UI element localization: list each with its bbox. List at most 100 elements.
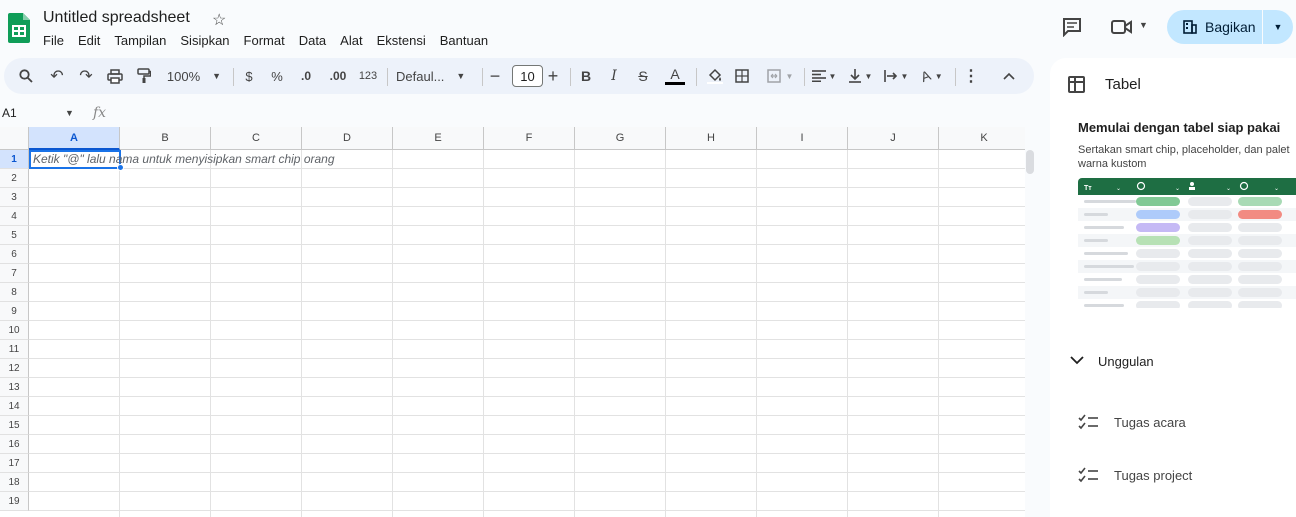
preview-text-placeholder [1084, 278, 1122, 281]
fill-handle[interactable] [117, 164, 124, 171]
menu-insert[interactable]: Sisipkan [173, 32, 236, 50]
row-header[interactable]: 10 [0, 321, 29, 340]
preview-person-chip [1188, 223, 1232, 232]
font-size-input[interactable]: 10 [512, 65, 543, 87]
row-header[interactable]: 6 [0, 245, 29, 264]
search-icon[interactable] [16, 58, 36, 94]
menu-data[interactable]: Data [292, 32, 333, 50]
sheets-logo-icon[interactable] [8, 12, 30, 44]
column-header[interactable]: D [302, 127, 393, 150]
text-wrapping-icon[interactable]: ▼ [880, 58, 912, 94]
row-header[interactable]: 7 [0, 264, 29, 283]
column-header[interactable]: A [29, 127, 120, 150]
row-header[interactable]: 2 [0, 169, 29, 188]
preview-chip [1238, 210, 1282, 219]
bold-button[interactable]: B [577, 58, 595, 94]
row-header[interactable]: 19 [0, 492, 29, 511]
column-header[interactable]: G [575, 127, 666, 150]
template-event-tasks[interactable]: Tugas acara [1114, 415, 1186, 430]
horizontal-align-icon[interactable]: ▼ [808, 58, 840, 94]
row-header[interactable]: 14 [0, 397, 29, 416]
comment-icon[interactable] [1062, 17, 1082, 37]
increase-decimal-button[interactable]: .00 [326, 58, 350, 94]
row-header[interactable]: 4 [0, 207, 29, 226]
decrease-decimal-button[interactable]: .0 [296, 58, 316, 94]
row-header[interactable]: 3 [0, 188, 29, 207]
column-header[interactable]: I [757, 127, 848, 150]
preview-person-chip [1188, 197, 1232, 206]
vertical-scrollbar[interactable] [1026, 150, 1034, 174]
row-header[interactable]: 13 [0, 378, 29, 397]
menu-file[interactable]: File [36, 32, 71, 50]
table-template-preview[interactable]: Tт ⌄ ⌄ ⌄ ⌄ [1078, 178, 1296, 308]
checklist-icon [1078, 467, 1098, 483]
preview-header: Tт ⌄ ⌄ ⌄ ⌄ [1078, 178, 1296, 195]
column-header[interactable]: C [211, 127, 302, 150]
column-header[interactable]: J [848, 127, 939, 150]
column-header[interactable]: E [393, 127, 484, 150]
undo-icon[interactable]: ↶ [47, 58, 67, 94]
spreadsheet-grid[interactable]: ABCDEFGHIJK 1 2 3 4 5 6 7 8 9 10 11 12 13 14 15 16 17 18 1… [0, 127, 1025, 517]
meet-icon[interactable] [1111, 18, 1133, 36]
row-header[interactable]: 11 [0, 340, 29, 359]
row-header[interactable]: 17 [0, 454, 29, 473]
more-options-icon[interactable]: ⋮ [962, 58, 980, 94]
document-title[interactable]: Untitled spreadsheet [43, 9, 190, 27]
column-header[interactable]: F [484, 127, 575, 150]
row-header[interactable]: 9 [0, 302, 29, 321]
text-rotation-button[interactable]: A ▼ [916, 58, 948, 94]
column-header[interactable]: H [666, 127, 757, 150]
redo-icon[interactable]: ↷ [76, 58, 96, 94]
text-color-button[interactable]: A [663, 58, 687, 94]
zoom-select[interactable]: 100% ▼ [164, 58, 224, 94]
menu-edit[interactable]: Edit [71, 32, 107, 50]
preview-chip [1238, 223, 1282, 232]
column-header[interactable]: K [939, 127, 1025, 150]
italic-button[interactable]: I [605, 58, 623, 94]
star-icon[interactable]: ☆ [212, 10, 226, 30]
menu-tools[interactable]: Alat [333, 32, 369, 50]
increase-font-size-icon[interactable]: + [545, 58, 561, 94]
merge-cells-icon[interactable]: ▼ [760, 58, 800, 94]
featured-section-label[interactable]: Unggulan [1098, 354, 1154, 369]
row-header[interactable]: 12 [0, 359, 29, 378]
row-header[interactable]: 1 [0, 150, 29, 169]
percent-format-button[interactable]: % [268, 58, 286, 94]
print-icon[interactable] [104, 58, 126, 94]
chevron-down-icon[interactable] [1070, 353, 1084, 368]
strikethrough-button[interactable]: S [634, 58, 652, 94]
share-button[interactable]: Bagikan [1167, 10, 1262, 44]
currency-format-button[interactable]: $ [240, 58, 258, 94]
row-header[interactable]: 16 [0, 435, 29, 454]
meet-caret-icon[interactable]: ▼ [1139, 20, 1148, 30]
number-format-button[interactable]: 123 [356, 58, 380, 94]
toolbar-divider [570, 68, 571, 86]
paint-format-icon[interactable] [133, 58, 155, 94]
share-caret-icon[interactable]: ▼ [1263, 10, 1293, 44]
borders-icon[interactable] [731, 58, 753, 94]
vertical-align-icon[interactable]: ▼ [844, 58, 876, 94]
select-all-corner[interactable] [0, 127, 29, 150]
row-header[interactable]: 18 [0, 473, 29, 492]
grid-hline [29, 396, 1025, 397]
preview-text-placeholder [1084, 252, 1128, 255]
column-header[interactable]: B [120, 127, 211, 150]
collapse-menus-icon[interactable] [997, 58, 1021, 94]
preview-row [1078, 234, 1296, 247]
fill-color-icon[interactable] [703, 58, 727, 94]
fx-icon: fx [93, 105, 107, 121]
row-header[interactable]: 8 [0, 283, 29, 302]
menu-extensions[interactable]: Ekstensi [370, 32, 433, 50]
grid-hline [29, 339, 1025, 340]
font-family-select[interactable]: Defaul... ▼ [396, 58, 476, 94]
menu-format[interactable]: Format [237, 32, 292, 50]
menu-view[interactable]: Tampilan [107, 32, 173, 50]
row-header[interactable]: 15 [0, 416, 29, 435]
preview-row [1078, 208, 1296, 221]
decrease-font-size-icon[interactable]: − [487, 58, 503, 94]
name-box-caret-icon[interactable]: ▼ [65, 108, 74, 118]
row-header[interactable]: 5 [0, 226, 29, 245]
name-box[interactable]: A1 [2, 106, 17, 120]
template-project-tasks[interactable]: Tugas project [1114, 468, 1192, 483]
menu-help[interactable]: Bantuan [433, 32, 495, 50]
